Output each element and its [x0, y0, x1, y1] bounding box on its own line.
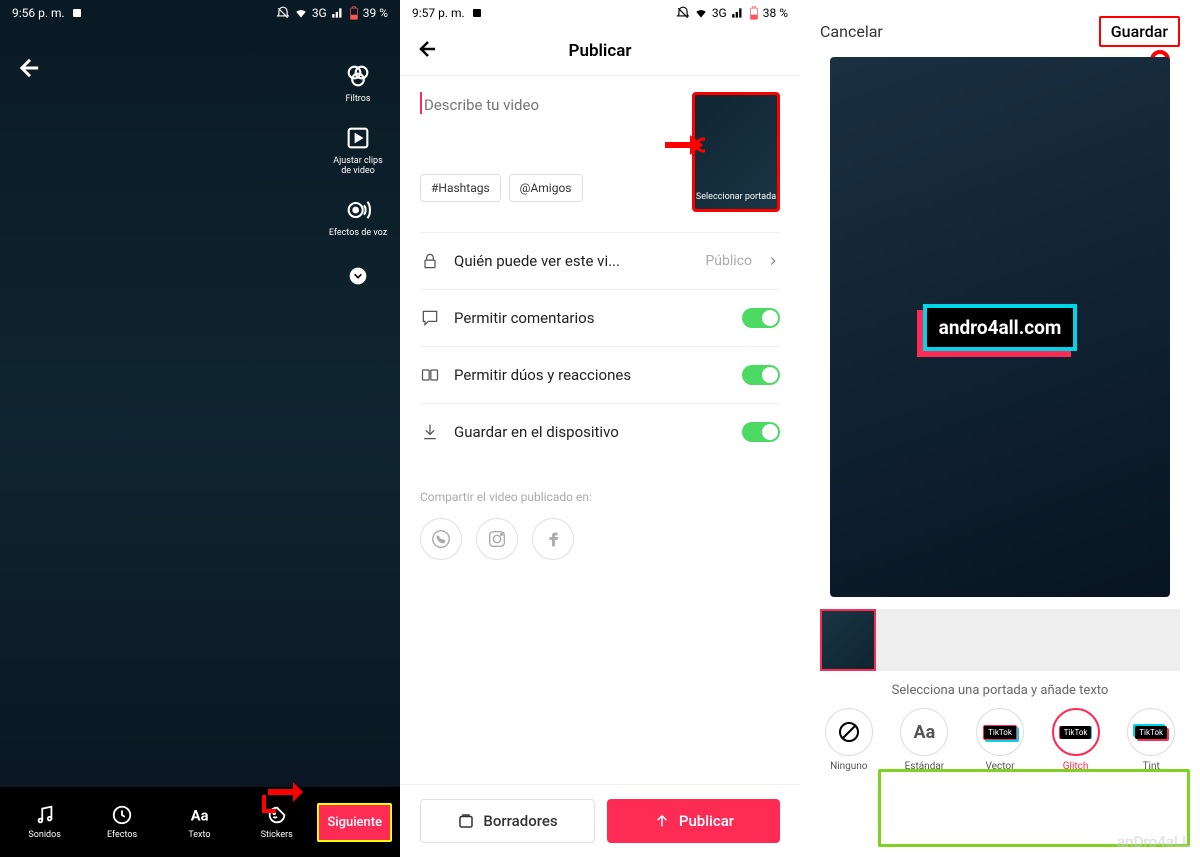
status-time: 9:57 p. m. — [412, 6, 465, 20]
battery-icon — [749, 6, 759, 20]
battery-icon — [349, 6, 359, 20]
page-title: Publicar — [569, 41, 632, 61]
cover-label: Seleccionar portada — [696, 192, 776, 203]
status-bar: 9:56 p. m. 3G 39 % — [0, 0, 400, 26]
filter-glitch[interactable]: TikTok Glitch — [1041, 708, 1111, 772]
status-bar: 9:57 p. m. 3G 38 % — [400, 0, 800, 26]
adjust-clips-icon — [344, 124, 372, 152]
screen-publish: 9:57 p. m. 3G 38 % Publicar #Hashtags @A… — [400, 0, 800, 857]
lock-icon — [420, 251, 440, 271]
screen-edit-video: 9:56 p. m. 3G 39 % Filtros Ajustar clips… — [0, 0, 400, 857]
sounds-tool[interactable]: Sonidos — [8, 804, 81, 840]
next-button[interactable]: Siguiente — [317, 803, 392, 842]
annotation-pointer — [655, 120, 705, 170]
hashtags-chip[interactable]: #Hashtags — [420, 174, 501, 202]
notification-icon — [471, 7, 483, 19]
drafts-button[interactable]: Borradores — [420, 799, 595, 843]
timeline-selected-frame[interactable] — [820, 609, 876, 671]
duet-icon — [420, 365, 440, 385]
drafts-icon — [457, 812, 475, 830]
publish-icon — [653, 812, 671, 830]
publish-button[interactable]: Publicar — [607, 799, 780, 843]
signal-icon — [731, 6, 745, 20]
back-button[interactable] — [416, 37, 440, 65]
save-toggle[interactable] — [742, 422, 780, 442]
signal-icon — [331, 6, 345, 20]
text-tool[interactable]: Aa Texto — [163, 804, 236, 840]
instagram-icon — [486, 528, 508, 550]
screen-cover-select: Cancelar Guardar andro4all.com Seleccion… — [800, 0, 1200, 857]
chevron-down-icon — [348, 266, 368, 286]
download-icon — [420, 422, 440, 442]
back-button[interactable] — [16, 54, 44, 86]
annotation-pointer — [258, 767, 308, 817]
filters-icon — [344, 62, 372, 90]
comments-toggle[interactable] — [742, 308, 780, 328]
mute-icon — [276, 6, 290, 20]
facebook-icon — [542, 528, 564, 550]
wifi-icon — [294, 6, 308, 20]
publish-header: Publicar — [400, 26, 800, 76]
chevron-right-icon — [766, 251, 780, 271]
none-icon — [837, 720, 861, 744]
comment-icon — [420, 308, 440, 328]
share-whatsapp[interactable] — [420, 518, 462, 560]
adjust-clips-tool[interactable]: Ajustar clips de video — [328, 124, 388, 176]
description-input[interactable] — [420, 92, 623, 114]
text-style-row: Ninguno Aa Estándar TikTok Vector TikTok… — [800, 708, 1200, 786]
brand-overlay: andro4all.com — [923, 304, 1078, 351]
network-type: 3G — [712, 6, 727, 20]
filter-vector[interactable]: TikTok Vector — [965, 708, 1035, 772]
duets-setting: Permitir dúos y reacciones — [420, 346, 780, 403]
cover-preview: andro4all.com — [830, 57, 1170, 597]
cancel-button[interactable]: Cancelar — [820, 22, 883, 41]
text-icon: Aa — [188, 804, 210, 826]
share-label: Compartir el video publicado en: — [420, 490, 780, 504]
watermark: anDro4aLL — [1117, 832, 1190, 851]
share-facebook[interactable] — [532, 518, 574, 560]
battery-percent: 38 % — [763, 6, 788, 20]
cover-thumbnail[interactable]: Seleccionar portada — [692, 92, 780, 212]
status-time: 9:56 p. m. — [12, 6, 65, 20]
filter-none[interactable]: Ninguno — [814, 708, 884, 772]
music-icon — [34, 804, 56, 826]
save-device-setting: Guardar en el dispositivo — [420, 403, 780, 460]
effects-icon — [111, 804, 133, 826]
save-button[interactable]: Guardar — [1099, 16, 1180, 47]
voice-effects-icon — [344, 196, 372, 224]
effects-tool[interactable]: Efectos — [85, 804, 158, 840]
whatsapp-icon — [430, 528, 452, 550]
voice-effects-tool[interactable]: Efectos de voz — [329, 196, 387, 238]
edit-bottom-bar: Sonidos Efectos Aa Texto Stickers Siguie… — [0, 787, 400, 857]
expand-tools-button[interactable] — [348, 266, 368, 290]
filter-instructions: Selecciona una portada y añade texto — [800, 683, 1200, 698]
svg-text:Aa: Aa — [191, 807, 209, 825]
battery-percent: 39 % — [363, 6, 388, 20]
filter-standard[interactable]: Aa Estándar — [890, 708, 960, 772]
frame-timeline[interactable] — [820, 609, 1180, 671]
notification-icon — [71, 7, 83, 19]
mute-icon — [676, 6, 690, 20]
network-type: 3G — [312, 6, 327, 20]
filters-tool[interactable]: Filtros — [344, 62, 372, 104]
privacy-setting[interactable]: Quién puede ver este vi... Público — [420, 232, 780, 289]
friends-chip[interactable]: @Amigos — [509, 174, 583, 202]
wifi-icon — [694, 6, 708, 20]
comments-setting: Permitir comentarios — [420, 289, 780, 346]
edit-tools-sidebar: Filtros Ajustar clips de video Efectos d… — [328, 62, 388, 290]
duets-toggle[interactable] — [742, 365, 780, 385]
share-instagram[interactable] — [476, 518, 518, 560]
filter-tint[interactable]: TikTok Tint — [1116, 708, 1186, 772]
